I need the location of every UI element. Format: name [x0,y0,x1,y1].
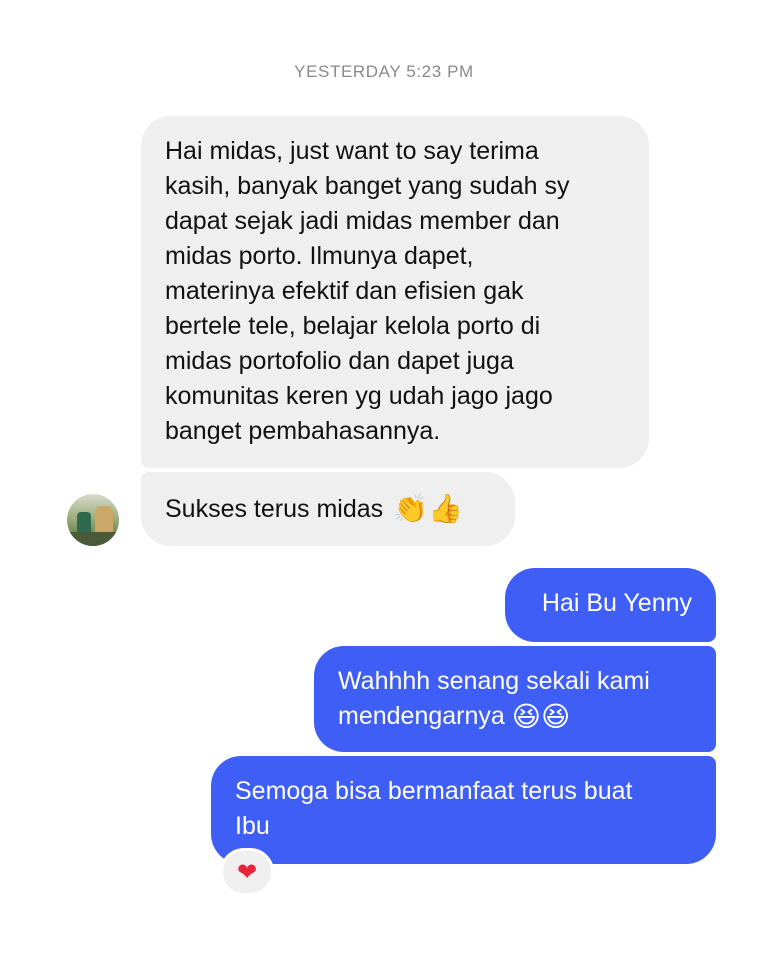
grinning-squinting-face-icon: 😆 [540,700,571,734]
message-text: Wahhhh senang sekali kami mendengarnya [338,667,650,730]
outgoing-message-bubble[interactable]: Semoga bisa bermanfaat terus buat Ibu [211,756,716,864]
red-heart-icon: ❤ [236,858,258,886]
heart-reaction-badge[interactable]: ❤ [220,848,274,896]
incoming-message-bubble[interactable]: Hai midas, just want to say terima kasih… [141,116,649,468]
outgoing-message-bubble[interactable]: Wahhhh senang sekali kami mendengarnya 😆… [314,646,716,752]
outgoing-message-bubble[interactable]: Hai Bu Yenny [505,568,716,642]
grinning-squinting-face-icon: 😆 [511,700,541,734]
avatar-ground-shape [67,532,119,546]
message-text: Sukses terus midas [165,494,384,523]
sender-avatar[interactable] [67,494,119,546]
thumbs-up-icon: 👍 [428,492,463,525]
clapping-hands-icon: 👏 [393,492,429,525]
incoming-message-bubble[interactable]: Sukses terus midas 👏 👍 [141,472,515,546]
message-timestamp: YESTERDAY 5:23 PM [294,62,474,81]
